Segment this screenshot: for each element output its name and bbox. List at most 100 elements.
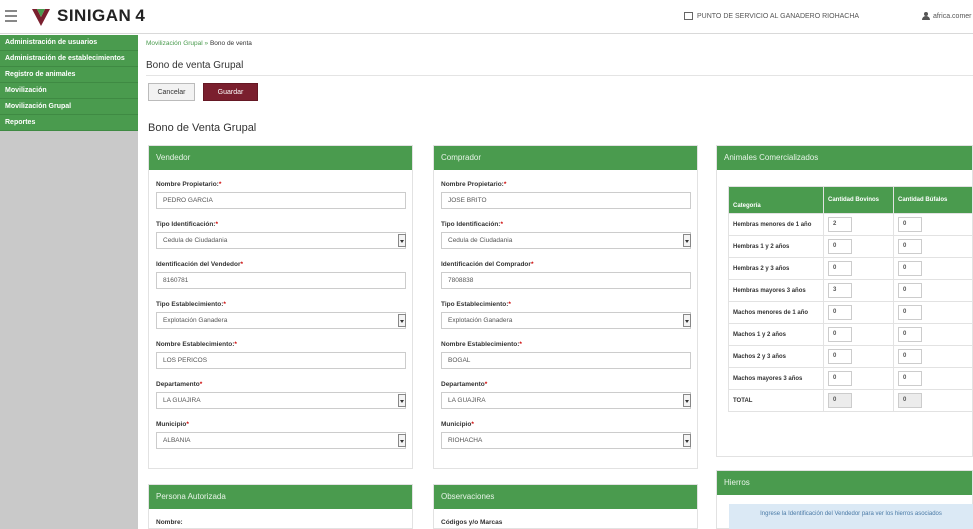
menu-icon[interactable]: [5, 10, 17, 22]
chevron-down-icon[interactable]: [398, 234, 406, 247]
comprador-idnumber-input[interactable]: 7808838: [441, 272, 691, 289]
save-button[interactable]: Guardar: [203, 83, 258, 101]
comprador-owner-input[interactable]: JOSE BRITO: [441, 192, 691, 209]
bufalos-input[interactable]: 0: [898, 283, 922, 298]
section-title: Bono de Venta Grupal: [148, 122, 257, 134]
bufalos-input[interactable]: 0: [898, 261, 922, 276]
row-category: Machos 2 y 3 años: [728, 345, 824, 368]
table-row: Machos 1 y 2 años 0 0: [728, 323, 973, 346]
row-category: Machos 1 y 2 años: [728, 323, 824, 346]
field-label: Nombre Establecimiento:*: [441, 341, 522, 348]
row-category: TOTAL: [728, 389, 824, 412]
bufalos-input[interactable]: 0: [898, 239, 922, 254]
chevron-down-icon[interactable]: [398, 394, 406, 407]
comprador-municipality-select[interactable]: RIOHACHA: [441, 432, 691, 449]
bovinos-input[interactable]: 2: [828, 217, 852, 232]
chevron-down-icon[interactable]: [683, 394, 691, 407]
bufalos-input[interactable]: 0: [898, 217, 922, 232]
vendedor-owner-input[interactable]: PEDRO GARCIA: [156, 192, 406, 209]
top-bar: SINIGAN 4 PUNTO DE SERVICIO AL GANADERO R…: [0, 0, 973, 34]
chevron-down-icon[interactable]: [683, 434, 691, 447]
sidebar-item-registro-animales[interactable]: Registro de animales: [0, 67, 138, 83]
field-label: Departamento*: [441, 381, 488, 388]
table-row: Machos mayores 3 años 0 0: [728, 367, 973, 390]
breadcrumb-parent[interactable]: Movilización Grupal: [146, 40, 203, 47]
bufalos-input[interactable]: 0: [898, 327, 922, 342]
vendedor-department-select[interactable]: LA GUAJIRA: [156, 392, 406, 409]
bufalos-input[interactable]: 0: [898, 371, 922, 386]
sidebar-item-reportes[interactable]: Reportes: [0, 115, 138, 131]
field-label: Departamento*: [156, 381, 203, 388]
column-header: Cantidad Bovinos: [823, 186, 894, 214]
comprador-municipality-field: Municipio* RIOHACHA: [441, 421, 691, 449]
logo-icon: [32, 9, 50, 26]
cancel-button[interactable]: Cancelar: [148, 83, 195, 101]
row-category: Hembras menores de 1 año: [728, 213, 824, 236]
bovinos-input[interactable]: 0: [828, 371, 852, 386]
hierros-hint: Ingrese la Identificación del Vendedor p…: [729, 504, 973, 529]
sidebar-item-establecimientos[interactable]: Administración de establecimientos: [0, 51, 138, 67]
bufalos-input[interactable]: 0: [898, 349, 922, 364]
chevron-down-icon[interactable]: [398, 314, 406, 327]
brand-name: SINIGAN: [57, 6, 132, 25]
user-menu[interactable]: africa.comer: [922, 12, 972, 20]
service-point[interactable]: PUNTO DE SERVICIO AL GANADERO RIOHACHA: [684, 12, 859, 20]
bovinos-input[interactable]: 0: [828, 261, 852, 276]
table-row: Hembras 1 y 2 años 0 0: [728, 235, 973, 258]
sidebar-item-usuarios[interactable]: Administración de usuarios: [0, 35, 138, 51]
comprador-esttype-field: Tipo Establecimiento:* Explotación Ganad…: [441, 301, 691, 329]
comprador-idtype-field: Tipo Identificación:* Cedula de Ciudadan…: [441, 221, 691, 249]
vendedor-idnumber-input[interactable]: 8160781: [156, 272, 406, 289]
breadcrumb-current: Bono de venta: [209, 40, 252, 47]
bovinos-input[interactable]: 3: [828, 283, 852, 298]
bovinos-input[interactable]: 0: [828, 305, 852, 320]
comprador-estname-input[interactable]: BOGAL: [441, 352, 691, 369]
vendedor-header: Vendedor: [149, 146, 412, 170]
sidebar-item-movilizacion[interactable]: Movilización: [0, 83, 138, 99]
field-label: Tipo Establecimiento:*: [156, 301, 226, 308]
table-header-row: Categoría Cantidad Bovinos Cantidad Búfa…: [728, 186, 973, 214]
comprador-header: Comprador: [434, 146, 697, 170]
comprador-idtype-select[interactable]: Cedula de Ciudadania: [441, 232, 691, 249]
user-icon: [922, 12, 930, 20]
app-brand: SINIGAN 4: [57, 6, 145, 26]
hierros-panel: Hierros Ingrese la Identificación del Ve…: [716, 470, 973, 529]
vendedor-municipality-select[interactable]: ALBANIA: [156, 432, 406, 449]
table-row: Hembras 2 y 3 años 0 0: [728, 257, 973, 280]
bufalos-input[interactable]: 0: [898, 305, 922, 320]
field-label: Tipo Identificación:*: [156, 221, 218, 228]
comprador-owner-field: Nombre Propietario:* JOSE BRITO: [441, 181, 691, 209]
breadcrumb: Movilización Grupal » Bono de venta: [146, 40, 252, 47]
vendedor-idtype-select[interactable]: Cedula de Ciudadania: [156, 232, 406, 249]
bovinos-input[interactable]: 0: [828, 239, 852, 254]
sidebar-item-movilizacion-grupal[interactable]: Movilización Grupal: [0, 99, 138, 115]
vendedor-owner-field: Nombre Propietario:* PEDRO GARCIA: [156, 181, 406, 209]
chevron-down-icon[interactable]: [683, 234, 691, 247]
vendedor-esttype-select[interactable]: Explotación Ganadera: [156, 312, 406, 329]
chevron-down-icon[interactable]: [683, 314, 691, 327]
bovinos-input[interactable]: 0: [828, 327, 852, 342]
field-label: Identificación del Vendedor*: [156, 261, 244, 268]
comprador-esttype-select[interactable]: Explotación Ganadera: [441, 312, 691, 329]
field-label: Municipio*: [441, 421, 474, 428]
brand-version: 4: [135, 6, 146, 25]
column-header: Categoría: [728, 186, 824, 214]
table-row: Hembras menores de 1 año 2 0: [728, 213, 973, 236]
monitor-icon: [684, 12, 693, 20]
breadcrumb-separator: »: [202, 40, 210, 47]
vendedor-estname-input[interactable]: LOS PERICOS: [156, 352, 406, 369]
bovinos-input[interactable]: 0: [828, 349, 852, 364]
observaciones-panel: Observaciones Códigos y/o Marcas: [433, 484, 698, 529]
chevron-down-icon[interactable]: [398, 434, 406, 447]
vendedor-idnumber-field: Identificación del Vendedor* 8160781: [156, 261, 406, 289]
vendedor-idtype-field: Tipo Identificación:* Cedula de Ciudadan…: [156, 221, 406, 249]
table-row: Machos 2 y 3 años 0 0: [728, 345, 973, 368]
comprador-department-field: Departamento* LA GUAJIRA: [441, 381, 691, 409]
comprador-department-select[interactable]: LA GUAJIRA: [441, 392, 691, 409]
row-category: Hembras 1 y 2 años: [728, 235, 824, 258]
row-category: Hembras mayores 3 años: [728, 279, 824, 302]
row-category: Hembras 2 y 3 años: [728, 257, 824, 280]
table-row: Machos menores de 1 año 0 0: [728, 301, 973, 324]
vendedor-municipality-field: Municipio* ALBANIA: [156, 421, 406, 449]
field-label: Identificación del Comprador*: [441, 261, 534, 268]
